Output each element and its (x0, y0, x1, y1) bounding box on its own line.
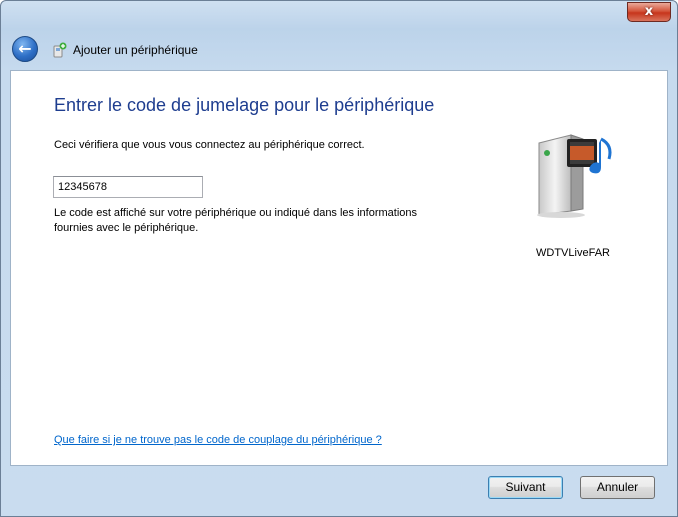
device-name: WDTVLiveFAR (536, 247, 610, 259)
dialog-window: x ← Ajouter un périphérique Entrer le co… (0, 0, 678, 517)
page-heading: Entrer le code de jumelage pour le périp… (54, 95, 435, 115)
add-device-icon (53, 42, 67, 58)
next-button[interactable]: Suivant (488, 476, 563, 499)
description-text: Ceci vérifiera que vous vous connectez a… (54, 139, 365, 151)
cancel-button[interactable]: Annuler (580, 476, 655, 499)
media-device-icon (537, 134, 612, 218)
navigation-bar: ← Ajouter un périphérique (1, 29, 677, 69)
dialog-footer: Suivant Annuler (10, 467, 668, 507)
help-text: Le code est affiché sur votre périphériq… (54, 207, 418, 234)
nav-title: Ajouter un périphérique (73, 43, 198, 57)
help-link[interactable]: Que faire si je ne trouve pas le code de… (54, 434, 382, 446)
content-panel: Entrer le code de jumelage pour le périp… (10, 70, 668, 466)
back-arrow-icon: ← (18, 39, 32, 58)
title-bar: x (1, 1, 677, 29)
back-button[interactable]: ← (12, 36, 38, 62)
pairing-code-input[interactable] (53, 176, 203, 198)
close-button[interactable]: x (627, 2, 671, 22)
